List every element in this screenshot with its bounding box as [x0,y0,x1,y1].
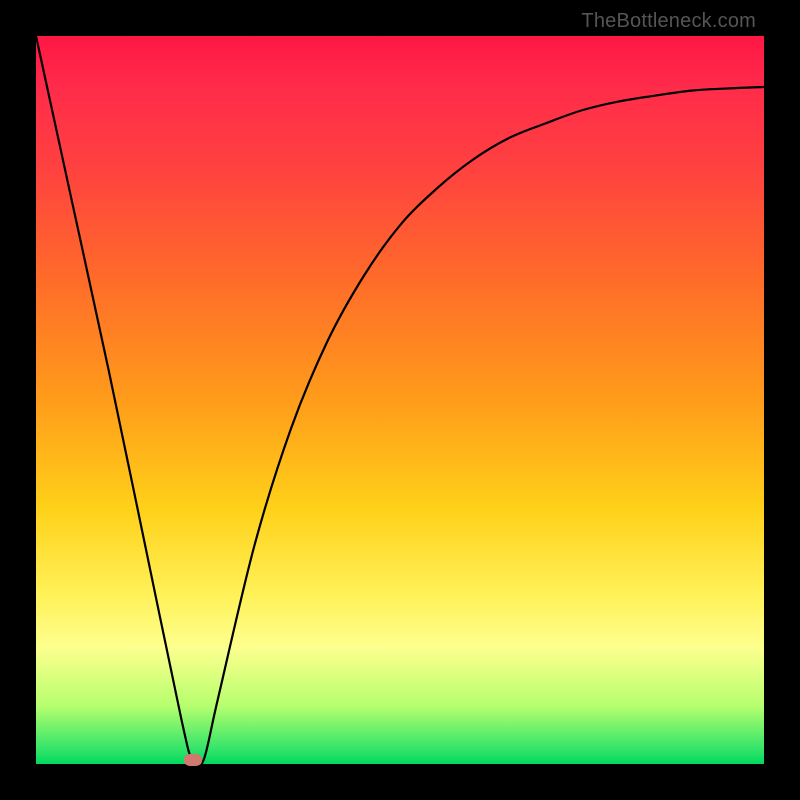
bottleneck-curve [36,36,764,767]
optimal-point-marker [184,754,202,766]
chart-frame: TheBottleneck.com [0,0,800,800]
watermark-text: TheBottleneck.com [581,10,756,33]
plot-area [36,36,764,764]
curve-svg [36,36,764,764]
